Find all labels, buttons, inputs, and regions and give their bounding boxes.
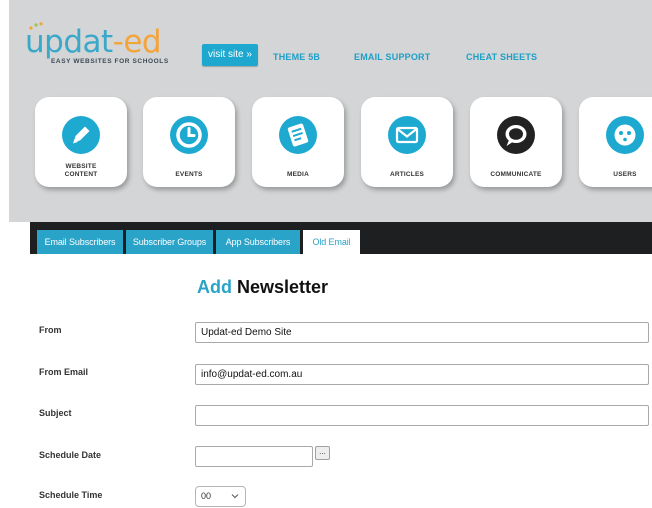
user-face-icon xyxy=(606,116,644,154)
tab-email-subscribers[interactable]: Email Subscribers xyxy=(37,230,123,254)
schedule-time-label: Schedule Time xyxy=(39,490,103,500)
subject-field[interactable] xyxy=(195,405,649,426)
envelope-icon xyxy=(388,116,426,154)
tab-app-subscribers[interactable]: App Subscribers xyxy=(216,230,300,254)
module-label: USERS xyxy=(613,171,637,178)
pencil-icon xyxy=(62,116,100,154)
header: updat-ed EASY WEBSITES FOR SCHOOLS visit… xyxy=(9,0,652,222)
module-tile-users[interactable]: USERS xyxy=(579,97,652,187)
from-label: From xyxy=(39,325,62,335)
module-tile-communicate[interactable]: COMMUNICATE xyxy=(470,97,562,187)
logo[interactable]: updat-ed EASY WEBSITES FOR SCHOOLS xyxy=(25,22,200,68)
schedule-time-value: 00 xyxy=(201,491,212,501)
document-icon xyxy=(279,116,317,154)
chevron-down-icon xyxy=(231,494,239,499)
module-label-line1: WEBSITE xyxy=(65,163,97,170)
tab-subscriber-groups[interactable]: Subscriber Groups xyxy=(126,230,213,254)
module-tile-media[interactable]: MEDIA xyxy=(252,97,344,187)
schedule-date-label: Schedule Date xyxy=(39,450,102,460)
page-left-edge xyxy=(0,0,9,508)
topnav-theme-link[interactable]: THEME 5B xyxy=(273,52,320,62)
from-email-label: From Email xyxy=(39,367,89,377)
module-tile-events[interactable]: EVENTS xyxy=(143,97,235,187)
module-label: COMMUNICATE xyxy=(490,171,542,178)
module-label: ARTICLES xyxy=(389,171,425,178)
schedule-date-field[interactable] xyxy=(195,446,313,467)
clock-icon xyxy=(170,116,208,154)
schedule-time-select[interactable]: 00 xyxy=(195,486,246,507)
visit-site-button[interactable]: visit site » xyxy=(202,44,258,66)
tab-bar: Email Subscribers Subscriber Groups App … xyxy=(30,222,652,254)
from-field[interactable]: Updat-ed Demo Site xyxy=(195,322,649,343)
module-label: EVENTS xyxy=(175,171,203,178)
from-email-field[interactable]: info@updat-ed.com.au xyxy=(195,364,649,385)
speech-bubble-icon xyxy=(497,116,535,154)
tab-old-email[interactable]: Old Email xyxy=(303,230,360,254)
module-label: MEDIA xyxy=(287,171,309,178)
topnav-email-support-link[interactable]: EMAIL SUPPORT xyxy=(354,52,430,62)
module-label-line2: CONTENT xyxy=(64,171,98,178)
date-picker-button[interactable]: ... xyxy=(315,446,330,460)
subject-label: Subject xyxy=(39,408,72,418)
logo-wordmark: updat-ed xyxy=(25,24,162,60)
module-tile-articles[interactable]: ARTICLES xyxy=(361,97,453,187)
page-title: Add Newsletter xyxy=(197,277,329,297)
topnav-cheat-sheets-link[interactable]: CHEAT SHEETS xyxy=(466,52,537,62)
module-tile-website-content[interactable]: WEBSITE CONTENT xyxy=(35,97,127,187)
cms-page: updat-ed EASY WEBSITES FOR SCHOOLS visit… xyxy=(0,0,652,508)
logo-tagline: EASY WEBSITES FOR SCHOOLS xyxy=(51,58,169,65)
